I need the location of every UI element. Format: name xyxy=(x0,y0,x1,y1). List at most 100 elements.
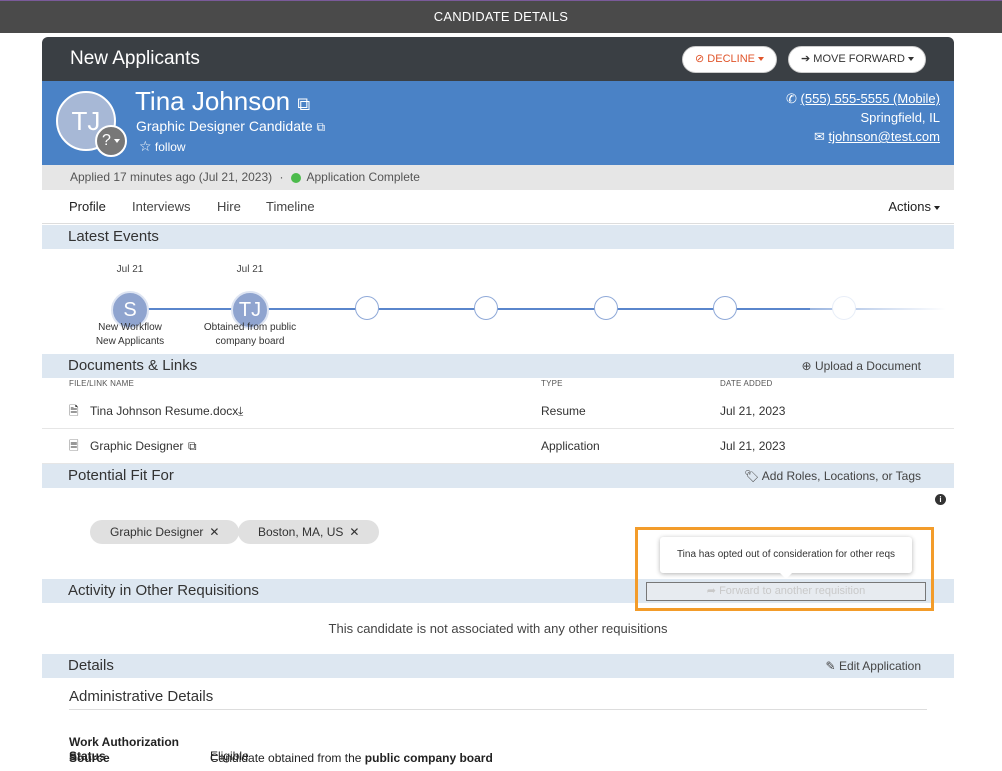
avatar-status-badge[interactable]: ? xyxy=(95,125,127,157)
remove-tag-icon[interactable]: ✕ xyxy=(209,525,219,539)
chevron-down-icon xyxy=(907,57,914,62)
external-link-icon[interactable]: ⧉ xyxy=(188,429,197,464)
table-row: 🗎 Tina Johnson Resume.docx ⤓ Resume Jul … xyxy=(42,394,954,429)
event-label-line: company board xyxy=(215,336,285,347)
upload-label: Upload a Document xyxy=(814,359,921,373)
chevron-down-icon xyxy=(934,205,940,210)
location-text: Springfield, IL xyxy=(860,110,941,125)
tooltip-text: Tina has opted out of consideration for … xyxy=(676,549,896,560)
document-link[interactable]: Graphic Designer xyxy=(90,429,183,464)
event-placeholder-node xyxy=(832,296,856,320)
stage-header: New Applicants ⊘ DECLINE ➔ MOVE FORWARD xyxy=(42,37,954,81)
application-status-bar: Applied 17 minutes ago (Jul 21, 2023) · … xyxy=(42,165,954,190)
edit-application-label: Edit Application xyxy=(838,659,921,673)
question-icon: ? xyxy=(102,132,111,149)
admin-details-title: Administrative Details xyxy=(69,688,214,705)
chevron-down-icon xyxy=(757,57,764,62)
download-icon[interactable]: ⤓ xyxy=(238,394,243,429)
event-label-line: New Applicants xyxy=(95,336,165,347)
document-date: Jul 21, 2023 xyxy=(720,404,786,418)
section-title: Activity in Other Requisitions xyxy=(68,582,259,599)
page-title: CANDIDATE DETAILS xyxy=(433,9,569,24)
event-date: Jul 21 xyxy=(116,264,144,275)
status-dot-icon xyxy=(290,172,301,183)
follow-button[interactable]: ☆ follow xyxy=(139,138,186,155)
move-forward-label: MOVE FORWARD xyxy=(813,53,905,65)
event-label-line: Obtained from public xyxy=(203,322,297,333)
no-requisitions-text: This candidate is not associated with an… xyxy=(328,621,668,636)
arrow-circle-right-icon: ➔ xyxy=(801,53,811,65)
document-type: Resume xyxy=(541,404,586,418)
event-date: Jul 21 xyxy=(236,264,264,275)
candidate-role: Graphic Designer Candidate ⧉ xyxy=(136,118,325,135)
potential-fit-header: Potential Fit For 🏷 Add Roles, Locations… xyxy=(42,464,954,488)
section-title: Latest Events xyxy=(68,228,159,245)
documents-header: Documents & Links ⊕ Upload a Document xyxy=(42,354,954,378)
events-timeline: Jul 21 S New Workflow New Applicants Jul… xyxy=(42,249,954,353)
upload-document-button[interactable]: ⊕ Upload a Document xyxy=(802,354,921,378)
edit-icon: ✎ xyxy=(825,659,836,673)
add-roles-button[interactable]: 🏷 Add Roles, Locations, or Tags xyxy=(744,464,921,488)
profile-tabs: Profile Interviews Hire Timeline Actions xyxy=(42,190,954,224)
email-row: ✉ tjohnson@test.com xyxy=(786,127,940,146)
document-icon: 🗏 xyxy=(69,439,79,453)
follow-label: follow xyxy=(154,140,186,154)
contact-info: ✆ (555) 555-5555 (Mobile) Springfield, I… xyxy=(786,89,940,146)
section-title: Details xyxy=(68,657,114,674)
chevron-down-icon xyxy=(113,138,120,143)
decline-button[interactable]: ⊘ DECLINE xyxy=(682,46,777,73)
opt-out-tooltip: Tina has opted out of consideration for … xyxy=(660,537,912,579)
email-link[interactable]: tjohnson@test.com xyxy=(829,129,940,144)
event-placeholder-node xyxy=(594,296,618,320)
event-placeholder-node xyxy=(474,296,498,320)
event-label: Obtained from public company board xyxy=(190,321,310,349)
star-icon: ☆ xyxy=(139,138,152,154)
candidate-card: New Applicants ⊘ DECLINE ➔ MOVE FORWARD … xyxy=(42,37,954,771)
detail-value-bold: public company board xyxy=(364,751,493,765)
applied-text: Applied 17 minutes ago (Jul 21, 2023) xyxy=(70,170,273,184)
source-row: Source Candidate obtained from the public… xyxy=(69,751,493,765)
phone-link[interactable]: (555) 555-5555 (Mobile) xyxy=(801,91,940,106)
fit-tag-chip: Graphic Designer ✕ xyxy=(90,520,240,544)
tab-hire[interactable]: Hire xyxy=(217,190,241,224)
share-arrow-icon: ➦ xyxy=(706,585,716,597)
external-link-icon[interactable]: ⧉ xyxy=(297,94,310,114)
external-link-icon[interactable]: ⧉ xyxy=(317,120,326,134)
fit-tag-label: Graphic Designer xyxy=(110,525,204,539)
word-doc-icon: 🗎 xyxy=(69,404,79,418)
details-header: Details ✎ Edit Application xyxy=(42,654,954,678)
remove-tag-icon[interactable]: ✕ xyxy=(349,525,359,539)
phone-row: ✆ (555) 555-5555 (Mobile) xyxy=(786,89,940,108)
timeline-line-fade xyxy=(810,308,946,310)
section-title: Documents & Links xyxy=(68,357,198,374)
detail-value: Candidate obtained from the xyxy=(210,751,362,765)
event-label-line: New Workflow xyxy=(98,322,162,333)
status-separator: · xyxy=(279,170,284,184)
stage-title: New Applicants xyxy=(70,48,200,69)
edit-application-button[interactable]: ✎ Edit Application xyxy=(826,654,921,678)
event-placeholder-node xyxy=(713,296,737,320)
add-roles-label: Add Roles, Locations, or Tags xyxy=(761,469,921,483)
document-link[interactable]: Tina Johnson Resume.docx xyxy=(90,394,238,429)
tab-timeline[interactable]: Timeline xyxy=(266,190,315,224)
documents-table-header: FILE/LINK NAME TYPE DATE ADDED xyxy=(42,379,954,393)
tab-interviews[interactable]: Interviews xyxy=(132,190,191,224)
fit-tag-label: Boston, MA, US xyxy=(258,525,344,539)
table-row: 🗏 Graphic Designer ⧉ Application Jul 21,… xyxy=(42,429,954,464)
fit-tag-chip: Boston, MA, US ✕ xyxy=(238,520,380,544)
move-forward-button[interactable]: ➔ MOVE FORWARD xyxy=(788,46,926,73)
candidate-banner: TJ ? Tina Johnson ⧉ Graphic Designer Can… xyxy=(42,81,954,165)
forward-requisition-button[interactable]: ➦ Forward to another requisition xyxy=(646,582,926,601)
phone-slash-icon: ✆ xyxy=(786,91,797,106)
ban-icon: ⊘ xyxy=(695,53,705,65)
column-header-type: TYPE xyxy=(541,379,563,388)
status-badge: Application Complete xyxy=(306,170,420,184)
info-icon[interactable]: i xyxy=(935,494,946,505)
tab-profile[interactable]: Profile xyxy=(69,190,106,224)
forward-requisition-label: Forward to another requisition xyxy=(719,585,866,597)
column-header-name: FILE/LINK NAME xyxy=(69,379,135,388)
event-initial: S xyxy=(123,299,137,321)
event-label: New Workflow New Applicants xyxy=(70,321,190,349)
actions-menu[interactable]: Actions xyxy=(888,190,940,224)
actions-label: Actions xyxy=(888,199,931,214)
